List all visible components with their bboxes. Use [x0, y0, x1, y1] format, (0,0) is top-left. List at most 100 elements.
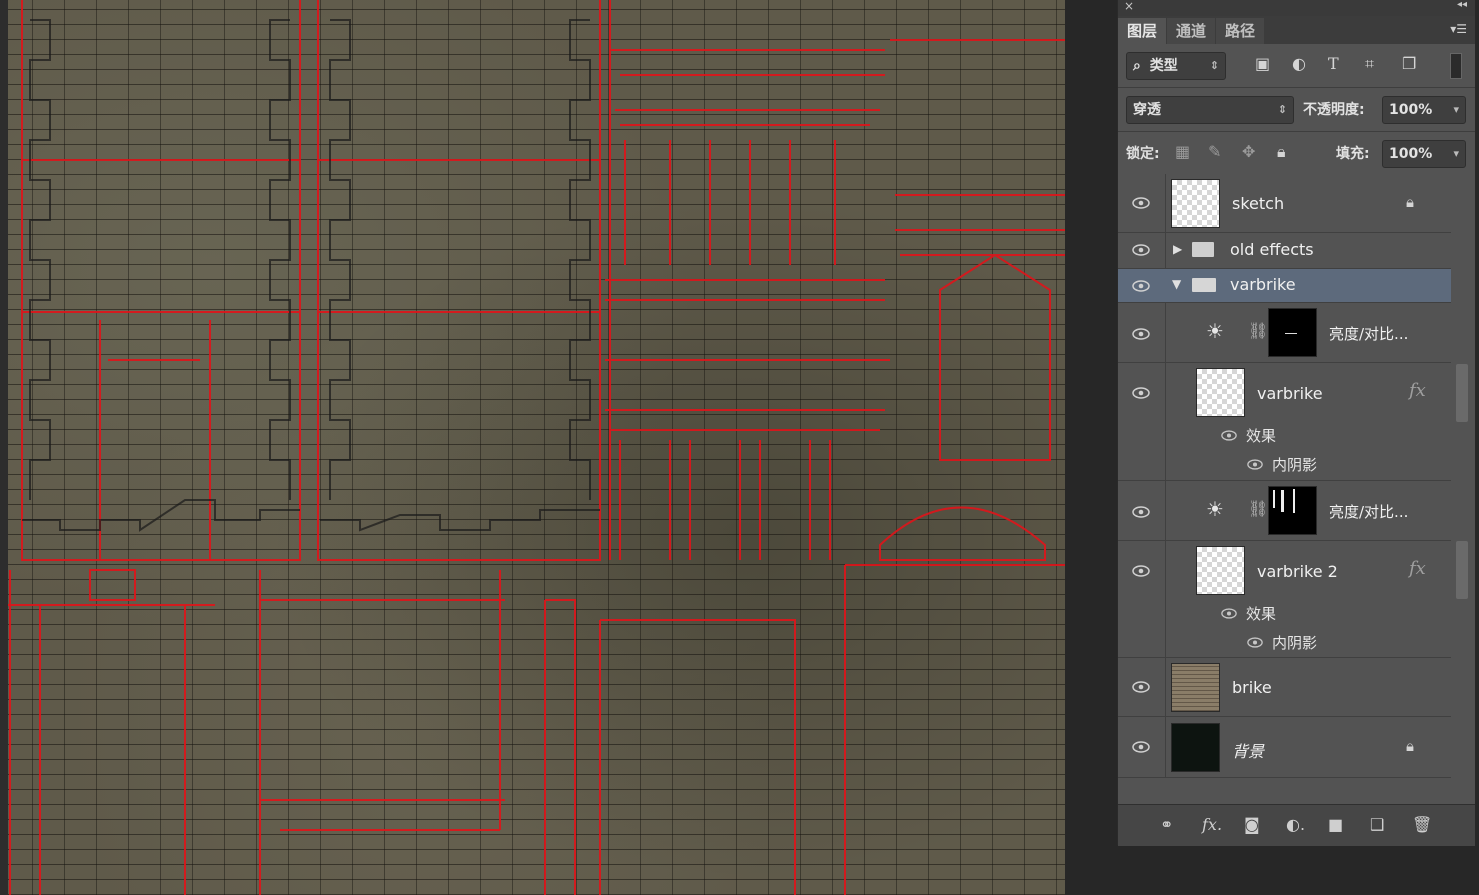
layer-row-adjustment-1[interactable]: ☀︎ ⛓︎ 亮度/对比... — [1118, 303, 1451, 363]
visibility-eye-icon[interactable] — [1132, 387, 1150, 399]
layer-name[interactable]: varbrike 2 — [1257, 562, 1338, 581]
collapse-icon[interactable]: ◂◂ — [1457, 0, 1467, 10]
adjustment-filter-icon[interactable]: ◐ — [1292, 54, 1306, 73]
filter-type-select[interactable]: ⌕ 类型 ⇕ — [1126, 52, 1226, 80]
inner-shadow-label[interactable]: 内阴影 — [1272, 632, 1317, 653]
panel-menu-icon[interactable]: ▾☰ — [1450, 22, 1467, 36]
layer-mask-thumbnail[interactable] — [1268, 486, 1317, 535]
brightness-contrast-icon: ☀︎ — [1206, 497, 1224, 521]
fill-label: 填充: — [1336, 146, 1370, 162]
blend-mode-select[interactable]: 穿透 ⇕ — [1126, 96, 1294, 124]
visibility-eye-icon[interactable] — [1132, 741, 1150, 753]
group-name[interactable]: varbrike — [1230, 275, 1296, 294]
visibility-eye-icon[interactable] — [1132, 280, 1150, 292]
tab-layers[interactable]: 图层 — [1118, 18, 1167, 44]
layer-thumbnail[interactable] — [1196, 546, 1245, 595]
lock-position-icon[interactable]: ✥ — [1242, 142, 1255, 161]
visibility-eye-icon[interactable] — [1132, 565, 1150, 577]
layer-row-group-old-effects[interactable]: ▶ old effects — [1118, 233, 1451, 269]
effects-label: 效果 — [1246, 605, 1277, 623]
effects-visibility-eye-icon[interactable] — [1221, 608, 1237, 619]
layer-name[interactable]: sketch — [1232, 194, 1284, 213]
panel-footer: ⚭ fx. ◙ ◐. ■ ❑ 🗑︎ — [1118, 804, 1475, 846]
group-name[interactable]: old effects — [1230, 240, 1314, 259]
lock-pixels-icon[interactable]: ✎ — [1208, 142, 1221, 161]
chevron-down-icon[interactable]: ▾ — [1453, 141, 1459, 167]
open-folder-icon — [1192, 278, 1216, 292]
opacity-value: 100% — [1389, 102, 1433, 118]
filter-toggle[interactable] — [1450, 53, 1462, 79]
adjustment-icon[interactable]: ◐. — [1286, 815, 1305, 834]
visibility-eye-icon[interactable] — [1132, 328, 1150, 340]
fx-icon[interactable]: fx — [1409, 380, 1426, 401]
layers-panel: × ◂◂ 图层 通道 路径 ▾☰ ⌕ 类型 ⇕ ▣ ◐ T ⌗ ❐ 穿透 ⇕ 不… — [1117, 0, 1475, 846]
shape-filter-icon[interactable]: ⌗ — [1365, 54, 1374, 74]
inner-shadow-label[interactable]: 内阴影 — [1272, 454, 1317, 475]
smart-object-filter-icon[interactable]: ❐ — [1402, 54, 1416, 73]
blend-row: 穿透 ⇕ 不透明度: 100% ▾ — [1118, 88, 1475, 132]
workspace-gap — [1065, 0, 1117, 895]
layer-row-varbrike[interactable]: varbrike fx 效果 内阴影 — [1118, 363, 1451, 481]
layer-row-group-varbrike[interactable]: ▼ varbrike — [1118, 269, 1451, 303]
layer-thumbnail[interactable] — [1171, 723, 1220, 772]
lock-row: 锁定: ▦ ✎ ✥ 🔒︎ 填充: 100% ▾ — [1118, 132, 1475, 176]
expand-arrow-icon[interactable]: ▶ — [1173, 242, 1182, 256]
layers-list: sketch 🔒︎ ▶ old effects ▼ varbrike ☀︎ ⛓︎ — [1118, 174, 1475, 780]
image-filter-icon[interactable]: ▣ — [1255, 54, 1270, 73]
layer-name[interactable]: 背景 — [1232, 738, 1264, 762]
text-filter-icon[interactable]: T — [1328, 54, 1339, 73]
chevron-down-icon[interactable]: ▾ — [1453, 97, 1459, 123]
mask-icon[interactable]: ◙ — [1244, 815, 1260, 834]
lock-icon: 🔒︎ — [1406, 737, 1414, 755]
visibility-eye-icon[interactable] — [1132, 197, 1150, 209]
layer-row-background[interactable]: 背景 🔒︎ — [1118, 717, 1451, 778]
scroll-thumb[interactable] — [1456, 364, 1468, 422]
opacity-input[interactable]: 100% ▾ — [1382, 96, 1466, 124]
effects-label: 效果 — [1246, 427, 1277, 445]
layer-name[interactable]: 亮度/对比... — [1329, 501, 1408, 522]
brightness-contrast-icon: ☀︎ — [1206, 319, 1224, 343]
fx-icon[interactable]: fx — [1409, 558, 1426, 579]
layer-thumbnail[interactable] — [1196, 368, 1245, 417]
scroll-thumb[interactable] — [1456, 541, 1468, 599]
lock-all-icon[interactable]: 🔒︎ — [1277, 142, 1286, 162]
panel-tabs: 图层 通道 路径 ▾☰ — [1118, 16, 1475, 44]
layer-row-adjustment-2[interactable]: ☀︎ ⛓︎ 亮度/对比... — [1118, 481, 1451, 541]
layer-mask-thumbnail[interactable] — [1268, 308, 1317, 357]
layer-thumbnail[interactable] — [1171, 179, 1220, 228]
layer-thumbnail[interactable] — [1171, 663, 1220, 712]
link-icon[interactable]: ⚭ — [1160, 815, 1173, 834]
inner-shadow-visibility-eye-icon[interactable] — [1247, 459, 1263, 470]
layer-name[interactable]: 亮度/对比... — [1329, 323, 1408, 344]
sketch-overlay — [8, 0, 1065, 895]
tab-paths[interactable]: 路径 — [1216, 18, 1265, 44]
visibility-eye-icon[interactable] — [1132, 506, 1150, 518]
layers-scrollbar[interactable] — [1455, 174, 1469, 780]
fx-icon[interactable]: fx. — [1202, 815, 1222, 834]
filter-row: ⌕ 类型 ⇕ ▣ ◐ T ⌗ ❐ — [1118, 44, 1475, 88]
chain-link-icon[interactable]: ⛓︎ — [1248, 321, 1268, 340]
document-canvas[interactable] — [0, 0, 1065, 895]
panel-titlebar: × ◂◂ — [1118, 0, 1475, 16]
effects-visibility-eye-icon[interactable] — [1221, 430, 1237, 441]
collapse-arrow-icon[interactable]: ▼ — [1172, 277, 1181, 291]
visibility-eye-icon[interactable] — [1132, 681, 1150, 693]
layer-row-varbrike-2[interactable]: varbrike 2 fx 效果 内阴影 — [1118, 541, 1451, 658]
fill-input[interactable]: 100% ▾ — [1382, 140, 1466, 168]
layer-row-brike[interactable]: brike — [1118, 658, 1451, 717]
trash-icon[interactable]: 🗑︎ — [1412, 815, 1432, 834]
layer-name[interactable]: brike — [1232, 678, 1272, 697]
chain-link-icon[interactable]: ⛓︎ — [1248, 499, 1268, 518]
tab-channels[interactable]: 通道 — [1167, 18, 1216, 44]
folder-icon — [1192, 242, 1214, 257]
lock-transparency-icon[interactable]: ▦ — [1175, 142, 1190, 161]
visibility-eye-icon[interactable] — [1132, 244, 1150, 256]
blend-mode-value: 穿透 — [1133, 102, 1161, 118]
close-icon[interactable]: × — [1124, 0, 1134, 13]
folder-icon[interactable]: ■ — [1328, 815, 1343, 834]
inner-shadow-visibility-eye-icon[interactable] — [1247, 637, 1263, 648]
layer-row-sketch[interactable]: sketch 🔒︎ — [1118, 174, 1451, 233]
layer-name[interactable]: varbrike — [1257, 384, 1323, 403]
filter-type-label: 类型 — [1149, 58, 1178, 74]
new-layer-icon[interactable]: ❑ — [1370, 815, 1384, 834]
